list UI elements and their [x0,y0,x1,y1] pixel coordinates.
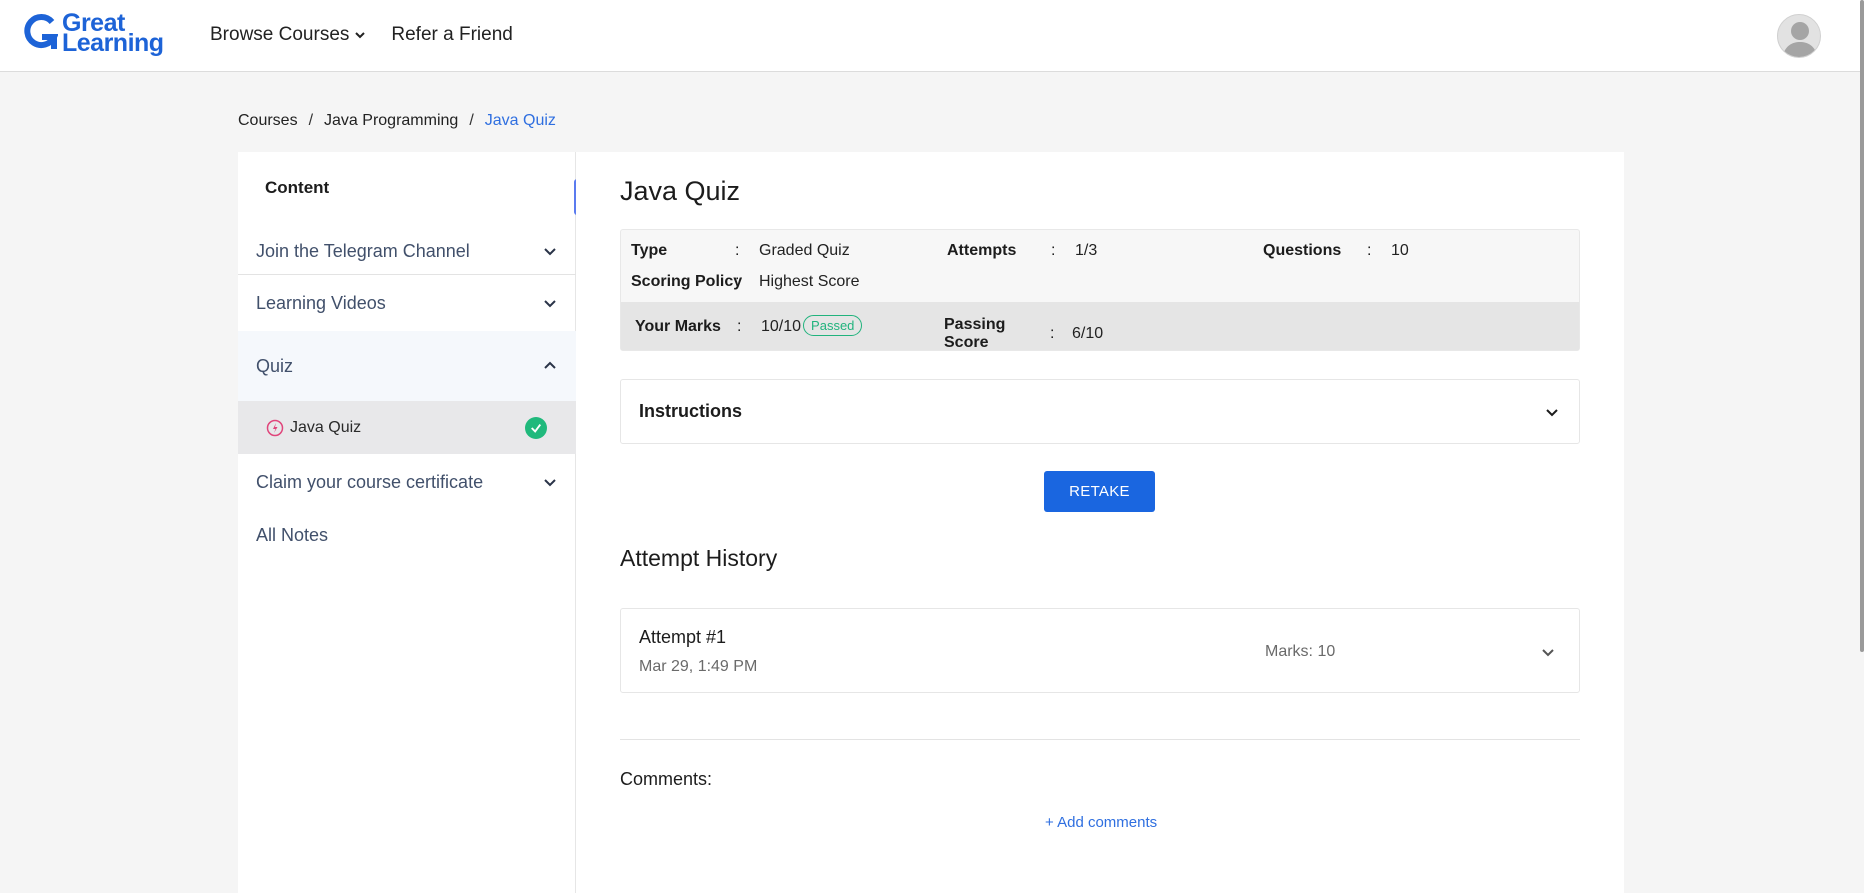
comments-label: Comments: [620,769,713,789]
logo-line-2: Learning [62,29,164,57]
chevron-down-icon [544,300,556,308]
colon: : [735,242,740,259]
sidebar-item-label: All Notes [256,524,329,545]
sidebar-item-label: Join the Telegram Channel [256,240,470,261]
breadcrumb-current[interactable]: Java Quiz [485,112,556,130]
top-navbar: Great Learning Browse Courses Refer a Fr… [0,0,1864,72]
type-label: Type [631,242,668,259]
sidebar-item-certificate[interactable]: Claim your course certificate [238,454,576,510]
colon: : [735,273,740,290]
attempt-name: Attempt #1 [639,627,727,647]
status-badge: Passed [803,315,863,336]
nav-refer-a-friend[interactable]: Refer a Friend [391,24,512,46]
logo-wordmark: Great Learning [62,11,164,57]
chevron-up-icon [544,361,556,369]
quiz-panel: Java Quiz Type : Graded Quiz Attempts : … [576,152,1624,893]
sidebar-title: Content [265,178,330,197]
your-marks-value: 10/10 [761,317,802,335]
page-scrollbar[interactable] [1860,0,1864,652]
page-title: Java Quiz [620,176,741,206]
chevron-down-icon [544,248,556,256]
great-learning-logo[interactable]: Great Learning [24,10,164,56]
quiz-info-row: Type : Graded Quiz Attempts : 1/3 Questi… [631,242,1409,262]
scoring-policy-value: Highest Score [759,273,860,290]
breadcrumb-courses[interactable]: Courses [238,112,298,130]
instructions-title: Instructions [639,401,743,421]
chevron-down-icon [355,32,366,39]
type-value: Graded Quiz [759,242,850,259]
sidebar-item-learning-videos[interactable]: Learning Videos [238,275,576,331]
quiz-info-box: Type : Graded Quiz Attempts : 1/3 Questi… [620,229,1580,351]
attempt-history-title: Attempt History [620,545,778,571]
sidebar-item-quiz[interactable]: Quiz [238,331,576,401]
attempt-row[interactable]: Attempt #1 Mar 29, 1:49 PM Marks: 10 [620,608,1580,693]
nav-refer-label: Refer a Friend [391,24,513,45]
check-circle-icon [525,417,547,439]
scoring-policy-label: Scoring Policy [631,273,743,290]
quiz-info-row: Scoring Policy : Highest Score [631,273,860,293]
sidebar-item-all-notes[interactable]: All Notes [238,510,576,560]
sidebar-item-label: Claim your course certificate [256,471,484,492]
instructions-accordion[interactable]: Instructions [620,379,1580,444]
attempts-value: 1/3 [1075,242,1098,259]
avatar-icon [1782,22,1818,57]
chevron-down-icon [544,479,556,487]
quiz-icon [266,419,284,436]
sidebar-item-telegram[interactable]: Join the Telegram Channel [238,228,576,274]
colon: : [1051,242,1056,259]
marks-bar: Your Marks : 10/10 Passed Passing Score … [621,302,1579,352]
attempt-marks: Marks: 10 [1265,643,1336,660]
sidebar-subitem-java-quiz[interactable]: Java Quiz [238,401,576,454]
questions-value: 10 [1391,242,1409,259]
main-nav: Browse Courses Refer a Friend [210,24,513,46]
sidebar-subitem-label: Java Quiz [290,418,362,436]
breadcrumb: Courses / Java Programming / Java Quiz [238,112,556,130]
add-comments-link[interactable]: + Add comments [1045,814,1157,831]
your-marks-label: Your Marks [635,317,721,335]
questions-label: Questions [1263,242,1342,259]
passing-score-value: 6/10 [1072,325,1104,342]
g-logo-icon [24,14,58,49]
content-sidebar: Content Join the Telegram Channel Learni… [238,152,576,893]
sidebar-item-label: Learning Videos [256,292,386,313]
chevron-down-icon [1546,408,1558,416]
sidebar-item-label: Quiz [256,355,294,376]
passing-score-label: Passing Score [944,316,1006,351]
passing-score: Passing Score : 6/10 [944,316,1103,352]
breadcrumb-separator: / [308,112,314,129]
breadcrumb-separator: / [469,112,474,129]
attempt-date: Mar 29, 1:49 PM [639,658,758,675]
your-marks: Your Marks : 10/10 Passed [635,315,863,337]
chevron-down-icon [1542,649,1554,657]
nav-browse-courses-label: Browse Courses [210,24,350,45]
nav-browse-courses[interactable]: Browse Courses [210,24,367,46]
user-avatar[interactable] [1777,14,1821,58]
breadcrumb-java-programming[interactable]: Java Programming [324,112,458,130]
colon: : [1367,242,1372,259]
attempts-label: Attempts [947,242,1017,259]
colon: : [1050,325,1055,342]
divider [620,739,1580,740]
retake-button[interactable]: RETAKE [1044,471,1155,512]
colon: : [737,317,742,335]
